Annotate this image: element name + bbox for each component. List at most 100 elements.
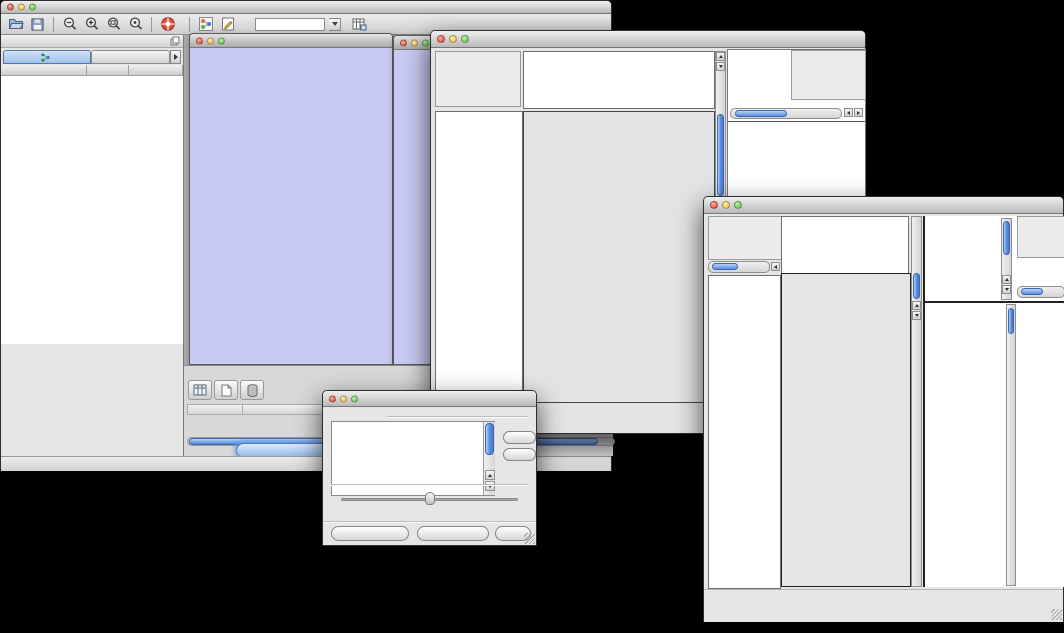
tab-overflow-button[interactable] xyxy=(170,50,181,64)
minimize-icon[interactable] xyxy=(207,37,214,44)
network-view-title xyxy=(218,34,384,47)
scroll-down-icon[interactable] xyxy=(485,481,495,491)
zoom-window-icon[interactable] xyxy=(422,39,429,46)
heatmap-canvas[interactable] xyxy=(524,112,714,402)
close-icon[interactable] xyxy=(196,37,203,44)
view-status-box xyxy=(708,216,792,260)
scroll-left-icon[interactable] xyxy=(771,262,780,271)
scroll-down-icon[interactable] xyxy=(1002,285,1011,294)
scroll-up-icon[interactable] xyxy=(485,470,495,480)
scroll-right-icon[interactable] xyxy=(854,108,863,117)
treeview2-title xyxy=(738,197,1029,213)
minimize-icon[interactable] xyxy=(449,35,457,43)
dialog-titlebar[interactable] xyxy=(323,391,536,407)
scroll-down-icon[interactable] xyxy=(912,311,921,320)
scrollbar-thumb[interactable] xyxy=(1021,288,1043,295)
scrollbar-thumb[interactable] xyxy=(485,423,494,455)
annotation-icon[interactable] xyxy=(219,16,236,33)
move-up-button[interactable] xyxy=(503,431,536,444)
column-tree-area xyxy=(781,216,909,273)
dialog-separator xyxy=(323,521,536,522)
heatmap-canvas[interactable] xyxy=(782,274,910,586)
scroll-down-icon[interactable] xyxy=(716,62,725,71)
import-table-icon[interactable] xyxy=(350,16,367,33)
panel-hscrollbar[interactable] xyxy=(708,261,770,273)
treeview-window-combined xyxy=(703,196,1064,622)
scrollbar-thumb[interactable] xyxy=(712,263,738,270)
close-icon[interactable] xyxy=(329,395,336,402)
dialog-title xyxy=(357,391,502,406)
column-edges[interactable] xyxy=(129,65,183,76)
scrollbar-thumb[interactable] xyxy=(717,114,724,196)
save-icon[interactable] xyxy=(29,16,46,33)
usage-hints-box xyxy=(791,50,866,100)
network-view-titlebar[interactable] xyxy=(190,34,392,48)
search-dropdown-icon[interactable] xyxy=(329,18,341,31)
column-nodes[interactable] xyxy=(87,65,129,76)
scroll-left-icon[interactable] xyxy=(844,108,853,117)
tab-vizmapper[interactable] xyxy=(91,50,171,64)
minimize-icon[interactable] xyxy=(411,39,418,46)
dense-network-canvas[interactable] xyxy=(394,108,432,340)
help-lifering-icon[interactable] xyxy=(159,16,176,33)
column-id[interactable] xyxy=(187,404,243,415)
scrollbar-thumb[interactable] xyxy=(735,110,787,117)
network-table-header[interactable] xyxy=(1,65,183,76)
attribute-select-button[interactable] xyxy=(188,380,212,400)
main-titlebar[interactable] xyxy=(1,1,611,14)
control-panel xyxy=(1,35,184,456)
delete-attribute-button[interactable] xyxy=(240,380,264,400)
zoom-in-icon[interactable] xyxy=(83,16,100,33)
panel-hscrollbar[interactable] xyxy=(730,108,842,119)
scrollbar-thumb[interactable] xyxy=(1003,221,1010,255)
zoom-vscrollbar[interactable] xyxy=(1006,304,1016,586)
treeview2-titlebar[interactable] xyxy=(704,197,1063,214)
open-file-icon[interactable] xyxy=(7,16,24,33)
network-view-window xyxy=(189,33,393,365)
treeview1-titlebar[interactable] xyxy=(431,31,865,48)
column-network[interactable] xyxy=(1,65,87,76)
heatmap-vscrollbar[interactable] xyxy=(911,216,922,587)
row-dendrogram-canvas[interactable] xyxy=(436,112,522,402)
new-attribute-button[interactable] xyxy=(214,380,238,400)
scroll-up-icon[interactable] xyxy=(716,52,725,61)
scroll-up-icon[interactable] xyxy=(1002,275,1011,284)
scroll-up-icon[interactable] xyxy=(912,301,921,310)
search-input[interactable] xyxy=(255,18,325,31)
tab-network[interactable] xyxy=(3,50,91,64)
zoom-heatmap-canvas[interactable] xyxy=(732,124,784,176)
zoom-fit-icon[interactable] xyxy=(127,16,144,33)
scrollbar-thumb[interactable] xyxy=(913,273,920,299)
zoom-heatmap-canvas[interactable] xyxy=(927,304,1005,586)
resize-grip[interactable] xyxy=(524,533,535,544)
move-down-button[interactable] xyxy=(503,448,536,461)
network-overview-canvas[interactable] xyxy=(2,341,182,454)
toolbar-separator xyxy=(189,17,190,32)
minimize-icon[interactable] xyxy=(722,201,730,209)
close-icon[interactable] xyxy=(710,201,718,209)
column-dendrogram-canvas[interactable] xyxy=(524,52,714,108)
close-icon[interactable] xyxy=(7,4,14,11)
treeview2-button-bar xyxy=(704,589,1063,622)
speed-slider-thumb[interactable] xyxy=(425,492,435,505)
minimize-icon[interactable] xyxy=(340,395,347,402)
zoom-selected-icon[interactable] xyxy=(105,16,122,33)
desktop xyxy=(0,0,1064,633)
labels-vscrollbar[interactable] xyxy=(1001,218,1012,300)
gene-list xyxy=(800,122,864,182)
row-dendrogram-canvas[interactable] xyxy=(709,276,780,588)
network-view-icon[interactable] xyxy=(197,16,214,33)
float-panel-icon[interactable] xyxy=(170,36,180,46)
minimize-icon[interactable] xyxy=(18,4,25,11)
animate-vizmap-button[interactable] xyxy=(331,526,409,541)
scrollbar-thumb[interactable] xyxy=(1008,308,1014,334)
close-icon[interactable] xyxy=(400,39,407,46)
view-status-box xyxy=(435,51,521,107)
zoom-out-icon[interactable] xyxy=(61,16,78,33)
treeview2-right-panel xyxy=(923,216,1064,587)
close-icon[interactable] xyxy=(437,35,445,43)
create-vizmap-button[interactable] xyxy=(417,526,489,541)
resize-grip[interactable] xyxy=(1051,609,1062,620)
network-canvas[interactable] xyxy=(190,48,392,365)
genes-hscrollbar[interactable] xyxy=(1017,286,1064,298)
